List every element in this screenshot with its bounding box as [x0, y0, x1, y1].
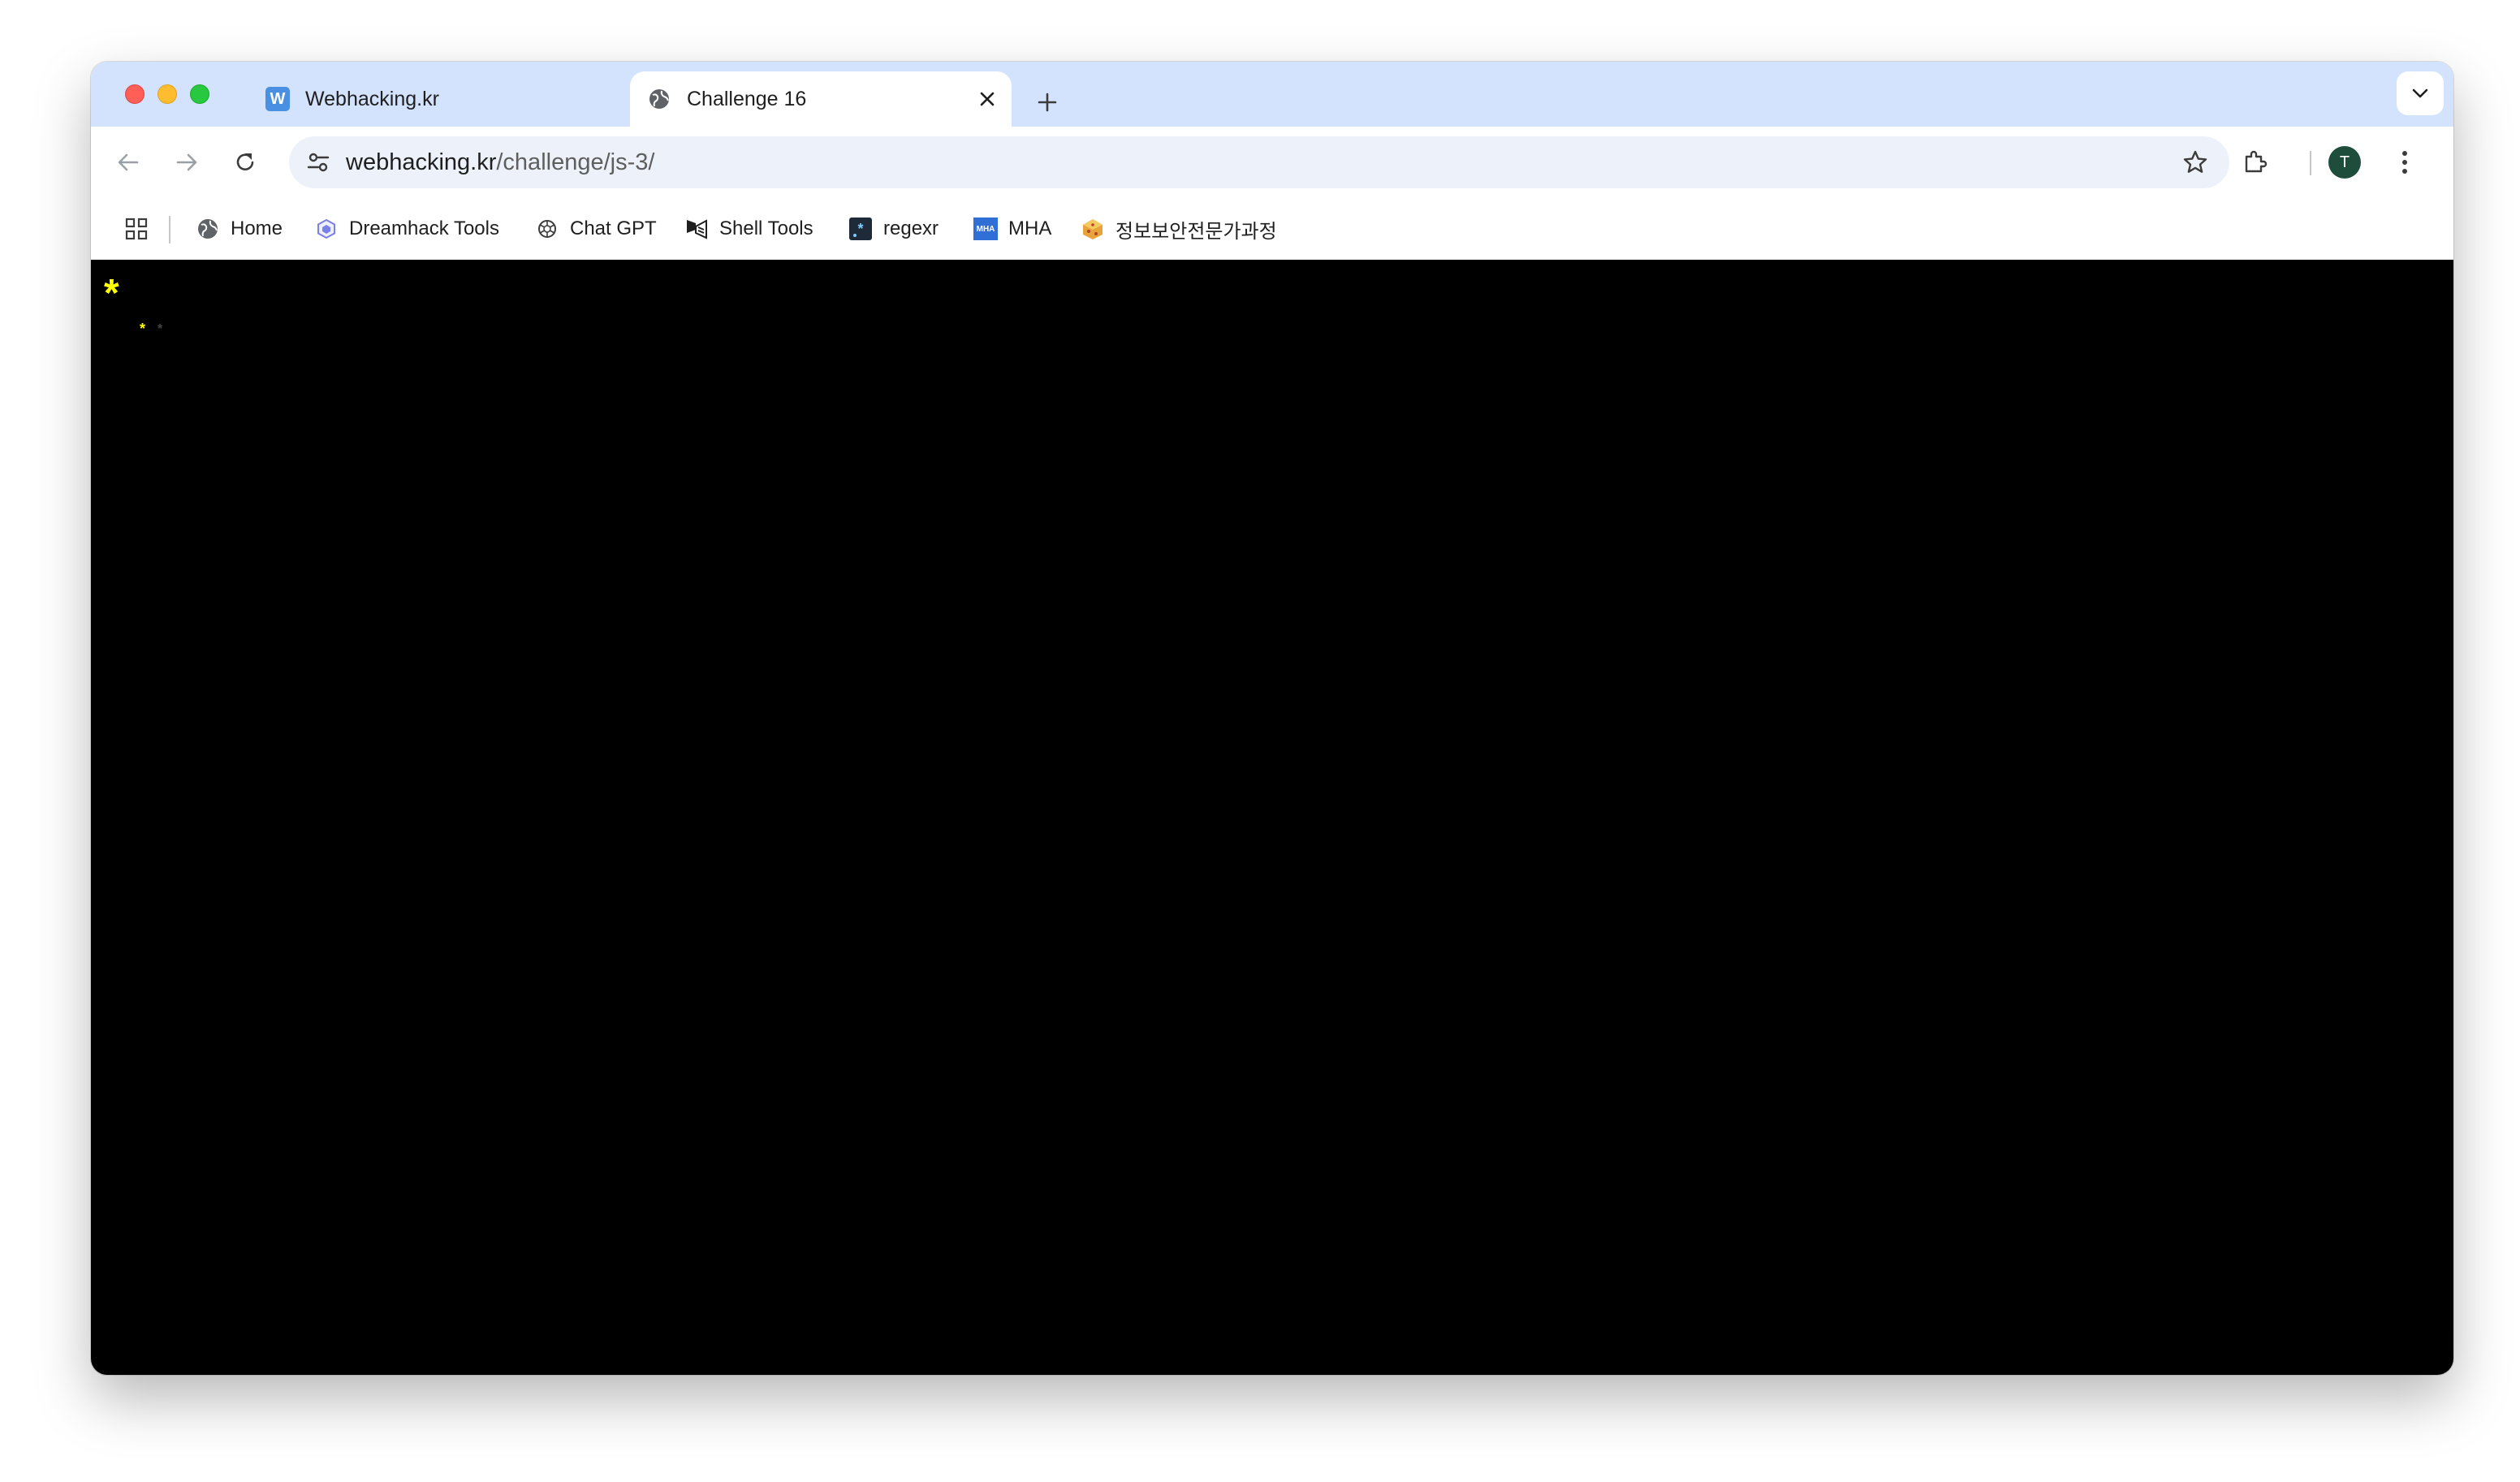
more-menu-button[interactable]	[2384, 141, 2426, 183]
bookmark-label: MHA	[1008, 218, 1052, 239]
regexr-icon: *	[848, 216, 874, 242]
minimize-window-button[interactable]	[158, 84, 177, 104]
tab-challenge-16[interactable]: Challenge 16	[630, 71, 1012, 127]
openai-icon	[534, 216, 560, 242]
profile-avatar[interactable]: T	[2328, 146, 2361, 179]
close-window-button[interactable]	[125, 84, 145, 104]
bookmark-label: Shell Tools	[719, 218, 813, 239]
bookmark-label: Dreamhack Tools	[349, 218, 499, 239]
close-tab-icon[interactable]	[974, 86, 1000, 112]
extensions-button[interactable]	[2234, 141, 2276, 183]
forward-button[interactable]	[166, 141, 208, 183]
bookmark-dreamhack-tools[interactable]: Dreamhack Tools	[313, 211, 499, 247]
bookmarks-divider	[169, 216, 170, 243]
mha-icon: MHA	[973, 216, 999, 242]
yellow-star-large: *	[104, 272, 119, 315]
bookmark-chat-gpt[interactable]: Chat GPT	[534, 211, 657, 247]
bookmark-label: Chat GPT	[570, 218, 657, 239]
globe-icon	[646, 86, 672, 112]
reload-button[interactable]	[224, 141, 266, 183]
tab-search-button[interactable]	[2397, 71, 2444, 115]
svg-text:*: *	[857, 221, 863, 237]
chevron-down-icon	[2412, 88, 2428, 98]
forward-arrow-icon	[176, 153, 197, 171]
tab-strip: W Webhacking.kr Challenge 16	[91, 62, 2453, 127]
bookmark-shell-tools[interactable]: Shell Tools	[684, 211, 813, 247]
back-arrow-icon	[118, 153, 139, 171]
globe-icon	[195, 216, 221, 242]
bookmark-mha[interactable]: MHA MHA	[973, 211, 1051, 247]
bookmarks-bar: Home Dreamhack Tools Chat GPT Shell Tool…	[91, 198, 2453, 260]
address-bar[interactable]: webhacking.kr/challenge/js-3/	[289, 136, 2229, 188]
bookmark-security-course[interactable]: 정보보안전문가과정	[1080, 211, 1277, 247]
yellow-star-small: *	[140, 321, 146, 337]
bookmark-label: Home	[231, 218, 283, 239]
page-content[interactable]: * * *	[91, 260, 2453, 1375]
webhacking-favicon-icon: W	[265, 86, 291, 112]
maximize-window-button[interactable]	[190, 84, 209, 104]
back-button[interactable]	[107, 141, 149, 183]
url-text: webhacking.kr/challenge/js-3/	[346, 149, 654, 176]
bookmark-label: 정보보안전문가과정	[1115, 220, 1277, 243]
url-path: /challenge/js-3/	[496, 149, 655, 175]
reload-icon	[236, 153, 254, 170]
shell-icon	[684, 216, 710, 242]
dreamhack-icon	[313, 216, 339, 242]
toolbar: webhacking.kr/challenge/js-3/ T	[91, 127, 2453, 198]
kebab-menu-icon	[2402, 151, 2407, 174]
browser-window: W Webhacking.kr Challenge 16 webhacking.…	[91, 62, 2453, 1375]
bookmark-regexr[interactable]: * regexr	[848, 211, 939, 247]
bookmark-label: regexr	[883, 218, 939, 239]
bookmark-star-icon[interactable]	[2179, 146, 2211, 179]
cookie-icon	[1080, 216, 1106, 242]
puzzle-icon	[2245, 150, 2268, 173]
apps-grid-icon[interactable]	[120, 213, 153, 245]
new-tab-button[interactable]	[1026, 81, 1068, 123]
tab-title: Challenge 16	[687, 87, 807, 110]
url-host: webhacking.kr	[346, 149, 497, 175]
tab-title: Webhacking.kr	[305, 87, 439, 110]
toolbar-divider	[2310, 151, 2311, 175]
dim-star: *	[158, 322, 163, 336]
site-settings-icon[interactable]	[302, 146, 334, 179]
bookmark-home[interactable]: Home	[195, 211, 283, 247]
